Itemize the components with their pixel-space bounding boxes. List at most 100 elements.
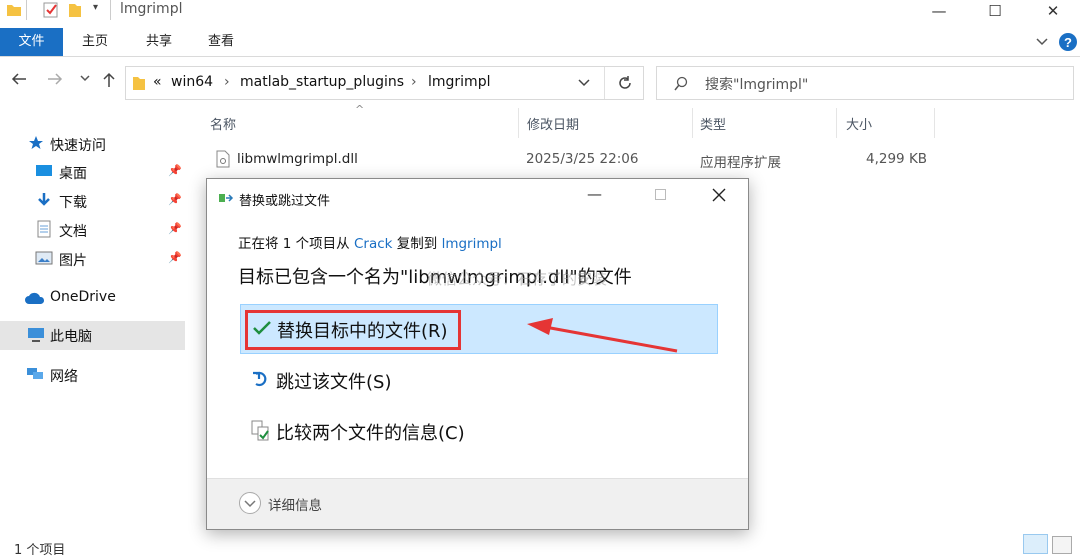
ribbon-divider [0, 56, 1080, 57]
breadcrumb-win64[interactable]: win64 [171, 74, 213, 90]
pin-icon[interactable]: 📌 [168, 193, 182, 206]
recent-locations-icon[interactable] [79, 74, 91, 84]
table-row[interactable]: libmwlmgrimpl.dll 2025/3/25 22:06 应用程序扩展… [190, 146, 950, 172]
sidebar-item-this-pc[interactable]: 此电脑 [0, 321, 185, 350]
column-divider[interactable] [518, 108, 519, 138]
ribbon-tabs: 文件 主页 共享 查看 ? [0, 28, 1080, 56]
sidebar-item-label: 文档 [59, 224, 87, 240]
sidebar-item-downloads[interactable]: 下载 📌 [0, 187, 185, 215]
column-header-type[interactable]: 类型 [700, 114, 726, 133]
sidebar-item-label: OneDrive [50, 289, 116, 305]
breadcrumb-lmgrimpl[interactable]: lmgrimpl [428, 74, 490, 90]
tab-share[interactable]: 共享 [134, 28, 184, 56]
large-icons-view-icon[interactable] [1052, 536, 1072, 554]
sidebar-item-label: 下载 [59, 195, 87, 211]
sidebar-item-label: 桌面 [59, 166, 87, 182]
maximize-button[interactable]: ☐ [972, 0, 1018, 22]
breadcrumb-separator-icon: › [224, 74, 230, 90]
new-folder-icon[interactable] [68, 2, 82, 18]
column-divider[interactable] [934, 108, 935, 138]
column-divider[interactable] [692, 108, 693, 138]
column-header-modified[interactable]: 修改日期 [527, 114, 579, 133]
file-name: libmwlmgrimpl.dll [237, 151, 358, 167]
window-title: lmgrimpl [120, 1, 183, 17]
search-input[interactable]: 搜索"lmgrimpl" [705, 74, 808, 94]
breadcrumb-separator-icon: › [411, 74, 417, 90]
skip-option-button[interactable]: 跳过该文件(S) [240, 356, 718, 406]
desktop-icon [35, 164, 53, 178]
more-details-toggle[interactable]: 详细信息 [268, 494, 322, 514]
file-type: 应用程序扩展 [700, 155, 781, 171]
divider [110, 0, 111, 20]
status-item-count: 1 个项目 [14, 543, 66, 558]
sidebar-item-pictures[interactable]: 图片 📌 [0, 245, 185, 273]
compare-option-label: 比较两个文件的信息(C) [276, 423, 465, 444]
sidebar-item-desktop[interactable]: 桌面 📌 [0, 158, 185, 186]
tab-view[interactable]: 查看 [196, 28, 246, 56]
highlight-box [245, 310, 461, 350]
dialog-maximize-button [655, 189, 666, 200]
compare-option-button[interactable]: 比较两个文件的信息(C) [240, 407, 718, 457]
progress-mid: 复制到 [392, 236, 442, 252]
dialog-title: 替换或跳过文件 [239, 194, 331, 209]
quick-access-dropdown-icon[interactable]: ▾ [93, 2, 98, 13]
tab-home[interactable]: 主页 [70, 28, 120, 56]
search-box[interactable]: 搜索"lmgrimpl" [656, 66, 1074, 100]
up-arrow-icon[interactable] [101, 71, 117, 89]
sidebar-item-label: 快速访问 [50, 138, 106, 154]
pin-icon[interactable]: 📌 [168, 164, 182, 177]
annotation-arrow-icon [527, 318, 678, 353]
folder-icon [6, 2, 22, 18]
sidebar-item-label: 此电脑 [50, 329, 92, 345]
divider [26, 0, 27, 20]
sidebar-item-network[interactable]: 网络 [0, 361, 185, 389]
download-icon [37, 192, 51, 208]
properties-check-icon[interactable] [43, 2, 59, 18]
pin-icon[interactable]: 📌 [168, 251, 182, 264]
ribbon-expand-icon[interactable] [1035, 34, 1049, 48]
source-link[interactable]: Crack [354, 236, 393, 252]
breadcrumb-matlab-startup-plugins[interactable]: matlab_startup_plugins [240, 74, 404, 90]
folder-icon [132, 75, 146, 91]
address-dropdown-icon[interactable] [578, 78, 590, 88]
sidebar-item-label: 网络 [50, 369, 78, 385]
dll-file-icon [216, 150, 230, 168]
pin-icon[interactable]: 📌 [168, 222, 182, 235]
dialog-minimize-button[interactable]: — [587, 185, 602, 203]
details-view-icon[interactable] [1023, 534, 1048, 554]
svg-text:?: ? [1064, 35, 1072, 50]
sidebar-item-quick-access[interactable]: 快速访问 [0, 130, 185, 158]
divider [604, 67, 605, 99]
column-header-size[interactable]: 大小 [846, 114, 872, 133]
forward-arrow-icon[interactable] [46, 71, 64, 87]
tab-file[interactable]: 文件 [0, 28, 63, 56]
column-divider[interactable] [836, 108, 837, 138]
help-icon[interactable]: ? [1058, 32, 1078, 52]
expand-details-icon[interactable] [238, 491, 262, 515]
sidebar-item-onedrive[interactable]: OneDrive [0, 284, 185, 312]
document-icon [37, 220, 51, 238]
replace-or-skip-dialog: 替换或跳过文件 — 正在将 1 个项目从 Crack 复制到 lmgrimpl … [206, 178, 749, 530]
search-icon [673, 76, 689, 92]
minimize-button[interactable]: — [916, 0, 962, 22]
skip-arrow-icon [251, 370, 271, 390]
picture-icon [35, 251, 53, 265]
computer-icon [27, 327, 45, 343]
file-modified: 2025/3/25 22:06 [526, 151, 639, 167]
copy-progress-text: 正在将 1 个项目从 Crack 复制到 lmgrimpl [238, 232, 502, 252]
sidebar-item-documents[interactable]: 文档 📌 [0, 216, 185, 244]
address-overflow[interactable]: « [153, 74, 162, 90]
network-icon [25, 366, 45, 382]
column-header-name[interactable]: 名称 [210, 114, 236, 133]
file-size: 4,299 KB [866, 151, 928, 167]
destination-link[interactable]: lmgrimpl [442, 236, 502, 252]
address-bar[interactable]: « win64 › matlab_startup_plugins › lmgri… [125, 66, 644, 100]
compare-files-icon [251, 420, 271, 442]
title-bar: ▾ lmgrimpl — ☐ ✕ [0, 0, 1080, 22]
back-arrow-icon[interactable] [10, 71, 28, 87]
dialog-close-button[interactable] [712, 188, 726, 202]
refresh-icon[interactable] [616, 74, 634, 92]
skip-option-label: 跳过该文件(S) [276, 372, 392, 393]
close-button[interactable]: ✕ [1030, 0, 1076, 22]
watermark: 微信公众号：石存了的安装 [427, 270, 608, 288]
